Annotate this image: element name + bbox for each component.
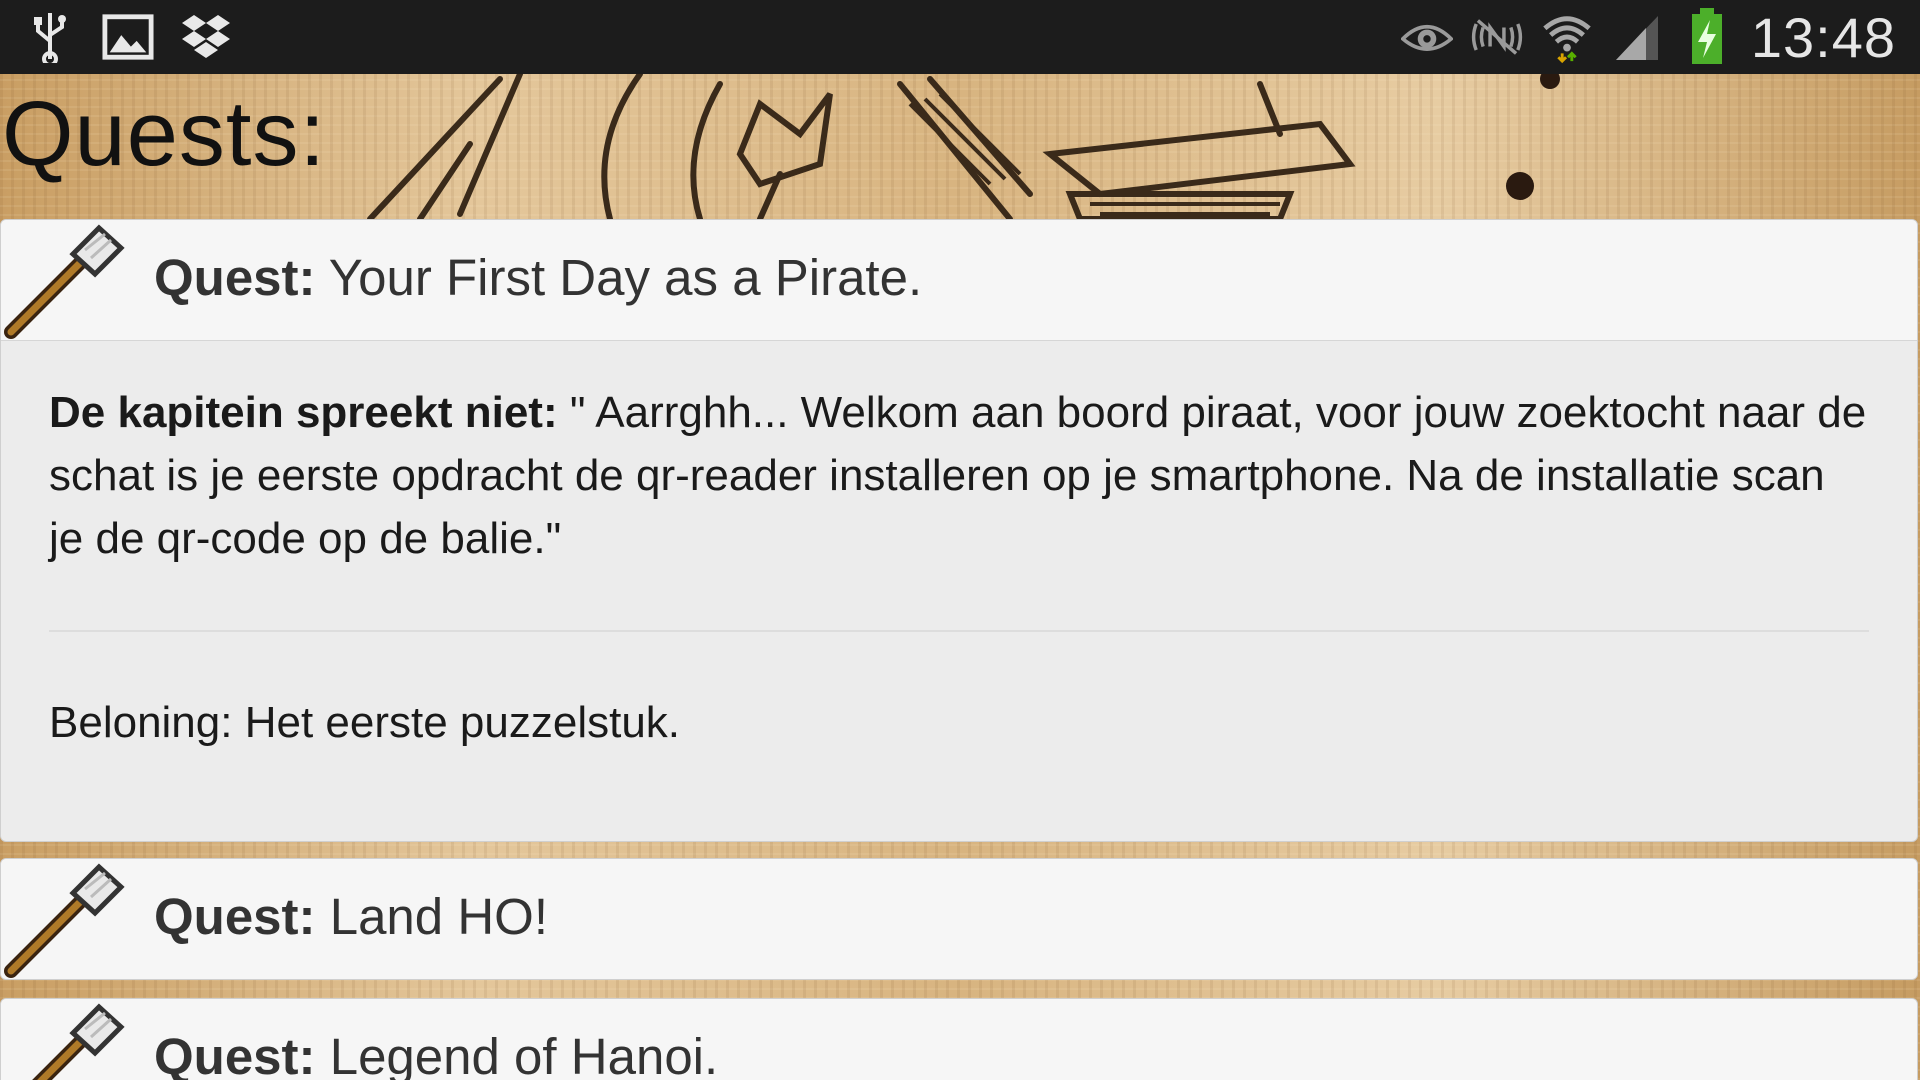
dropbox-icon (180, 11, 232, 63)
nfc-off-icon (1471, 11, 1523, 63)
quest-card[interactable]: Quest: Legend of Hanoi. (0, 998, 1918, 1080)
status-bar: 13:48 (0, 0, 1920, 74)
shovel-icon (32, 1003, 125, 1080)
quest-description: De kapitein spreekt niet: " Aarrghh... W… (49, 381, 1869, 570)
divider (49, 630, 1869, 632)
quest-label: Quest: (154, 249, 316, 306)
quest-title: Quest: Legend of Hanoi. (154, 1027, 718, 1080)
signal-icon (1611, 11, 1663, 63)
quest-label: Quest: (154, 1028, 316, 1080)
quest-speaker: De kapitein spreekt niet: (49, 388, 558, 437)
quest-card-expanded[interactable]: Quest: Your First Day as a Pirate. De ka… (0, 219, 1918, 842)
quest-header[interactable]: Quest: Legend of Hanoi. (1, 999, 1917, 1080)
quest-header[interactable]: Quest: Your First Day as a Pirate. (1, 220, 1917, 341)
shovel-icon (4, 863, 125, 978)
quest-details: De kapitein spreekt niet: " Aarrghh... W… (1, 341, 1917, 753)
quest-card[interactable]: Quest: Land HO! (0, 858, 1918, 980)
quest-reward: Beloning: Het eerste puzzelstuk. (49, 698, 681, 747)
image-icon (102, 11, 154, 63)
quest-title: Quest: Your First Day as a Pirate. (154, 248, 922, 307)
usb-icon (24, 11, 76, 63)
shovel-icon (4, 224, 125, 339)
battery-charging-icon (1681, 8, 1733, 64)
clock: 13:48 (1750, 5, 1896, 69)
eye-icon (1400, 11, 1453, 63)
quest-header[interactable]: Quest: Land HO! (1, 859, 1917, 979)
quest-name: Your First Day as a Pirate. (328, 249, 923, 306)
quest-name: Land HO! (329, 888, 548, 945)
wifi-icon (1541, 11, 1593, 64)
quest-title: Quest: Land HO! (154, 887, 548, 946)
quest-label: Quest: (154, 888, 316, 945)
page-title: Quests: (2, 83, 327, 185)
quest-name: Legend of Hanoi. (329, 1028, 719, 1080)
